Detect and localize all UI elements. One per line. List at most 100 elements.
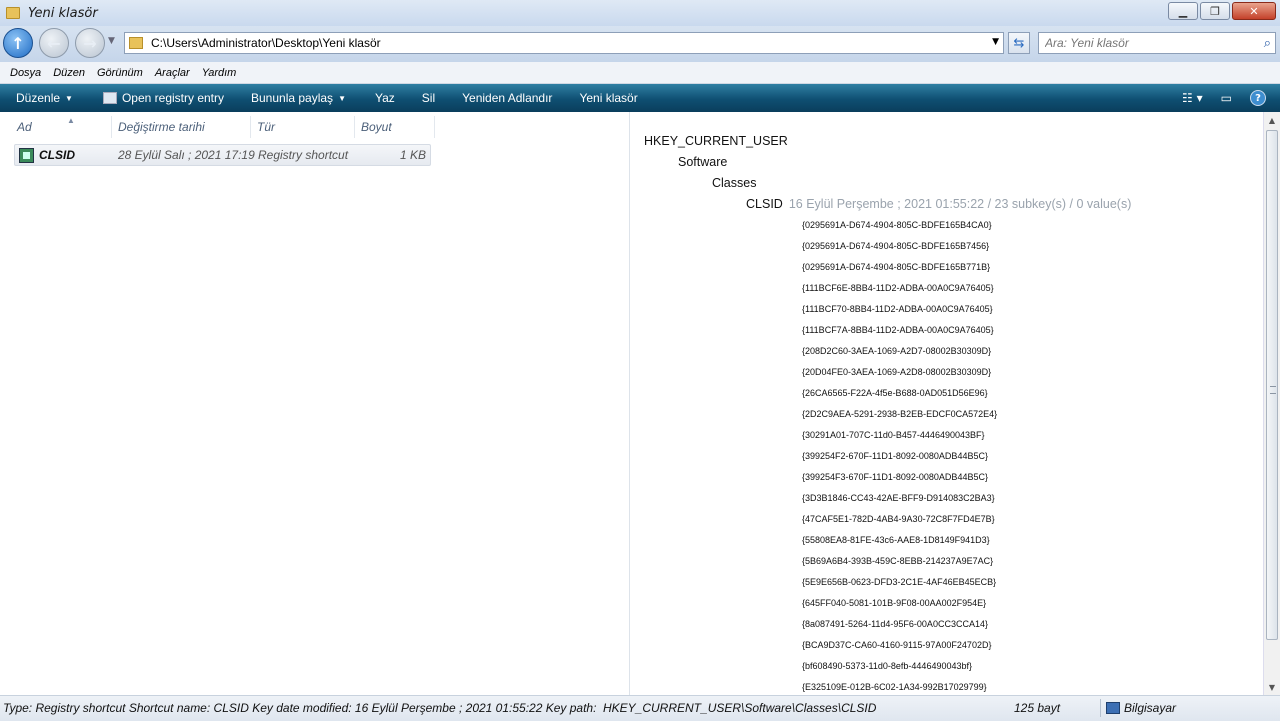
minimize-button[interactable]: ▁ [1168, 2, 1198, 20]
write-button[interactable]: Yaz [375, 91, 395, 105]
subkey-item: {BCA9D37C-CA60-4160-9115-97A00F24702D} [802, 640, 992, 650]
status-bar: Type: Registry shortcut Shortcut name: C… [0, 695, 1280, 721]
column-size-label: Boyut [361, 120, 392, 134]
file-row[interactable]: CLSID 28 Eylül Salı ; 2021 17:19 Registr… [14, 144, 431, 166]
preview-pane: HKEY_CURRENT_USER Software Classes CLSID… [631, 112, 1263, 695]
address-bar[interactable]: C:\Users\Administrator\Desktop\Yeni klas… [124, 32, 1004, 54]
tree-root: HKEY_CURRENT_USER [644, 134, 788, 148]
back-button[interactable]: ← [39, 28, 69, 58]
registry-shortcut-icon [19, 148, 34, 163]
new-folder-button[interactable]: Yeni klasör [579, 91, 637, 105]
column-name-label: Ad [17, 120, 32, 134]
recent-pages-dropdown[interactable]: ▼ [108, 36, 115, 46]
tree-level-software: Software [678, 155, 728, 169]
file-name: CLSID [39, 148, 75, 162]
menu-bar: Dosya Düzen Görünüm Araçlar Yardım [0, 62, 1280, 84]
scroll-down-icon[interactable]: ▼ [1264, 679, 1280, 695]
file-modified: 28 Eylül Salı ; 2021 17:19 [118, 148, 255, 162]
subkey-item: {55808EA8-81FE-43c6-AAE8-1D8149F941D3} [802, 535, 990, 545]
subkey-item: {47CAF5E1-782D-4AB4-9A30-72C8F7FD4E7B} [802, 514, 995, 524]
key-name: CLSID [746, 197, 783, 211]
column-type-label: Tür [257, 120, 275, 134]
scroll-up-icon[interactable]: ▲ [1264, 112, 1280, 128]
column-header-type[interactable]: Tür [251, 116, 355, 138]
subkey-item: {8a087491-5264-11d4-95F6-00A0CC3CCA14} [802, 619, 988, 629]
folder-icon [129, 37, 143, 49]
status-computer: Bilgisayar [1124, 701, 1177, 715]
subkey-item: {5B69A6B4-393B-459C-8EBB-214237A9E7AC} [802, 556, 994, 566]
menu-file[interactable]: Dosya [10, 67, 41, 79]
share-button[interactable]: Bununla paylaş ▼ [251, 91, 346, 105]
subkey-item: {26CA6565-F22A-4f5e-B688-0AD051D56E96} [802, 388, 988, 398]
open-registry-button[interactable]: Open registry entry [102, 91, 224, 105]
grip-icon [1270, 386, 1276, 394]
arrow-up-icon: ↑ [11, 33, 25, 53]
subkey-item: {bf608490-5373-11d0-8efb-4446490043bf} [802, 661, 972, 671]
folder-icon [6, 7, 20, 19]
open-registry-label: Open registry entry [121, 91, 224, 105]
menu-help[interactable]: Yardım [202, 67, 237, 79]
menu-tools[interactable]: Araçlar [155, 67, 190, 79]
subkey-item: {111BCF70-8BB4-11D2-ADBA-00A0C9A76405} [802, 304, 993, 314]
subkey-item: {111BCF7A-8BB4-11D2-ADBA-00A0C9A76405} [802, 325, 994, 335]
subkey-item: {0295691A-D674-4904-805C-BDFE165B4CA0} [802, 220, 992, 230]
subkey-item: {399254F2-670F-11D1-8092-0080ADB44B5C} [802, 451, 988, 461]
status-size: 125 bayt [1014, 701, 1061, 715]
refresh-button[interactable]: ⇆ [1008, 32, 1030, 54]
search-input[interactable] [1045, 36, 1245, 50]
subkey-item: {3D3B1846-CC43-42AE-BFF9-D914083C2BA3} [802, 493, 995, 503]
scroll-thumb[interactable] [1266, 130, 1278, 640]
registry-icon [102, 92, 117, 104]
delete-button[interactable]: Sil [422, 91, 435, 105]
toolbar-right: ☷ ▾ ▭ ? [1182, 84, 1280, 112]
vertical-scrollbar[interactable]: ▲ ▼ [1263, 112, 1280, 695]
menu-view[interactable]: Görünüm [97, 67, 143, 79]
subkey-item: {399254F3-670F-11D1-8092-0080ADB44B5C} [802, 472, 988, 482]
subkey-item: {5E9E656B-0623-DFD3-2C1E-4AF46EB45ECB} [802, 577, 997, 587]
column-modified-label: Değiştirme tarihi [118, 120, 205, 134]
status-info: Type: Registry shortcut Shortcut name: C… [3, 701, 597, 715]
address-path[interactable]: C:\Users\Administrator\Desktop\Yeni klas… [151, 36, 381, 50]
title-bar: Yeni klasör ▁ ❐ ✕ [0, 0, 1280, 26]
chevron-down-icon: ▼ [65, 93, 73, 103]
forward-button[interactable]: → [75, 28, 105, 58]
tree-level-classes: Classes [712, 176, 757, 190]
help-icon[interactable]: ? [1250, 90, 1266, 106]
subkey-item: {0295691A-D674-4904-805C-BDFE165B771B} [802, 262, 991, 272]
preview-pane-icon[interactable]: ▭ [1221, 91, 1232, 105]
magnifier-icon[interactable]: ⌕ [1264, 36, 1271, 51]
window-controls: ▁ ❐ ✕ [1166, 2, 1276, 20]
views-button[interactable]: ☷ ▾ [1182, 91, 1203, 105]
subkey-item: {20D04FE0-3AEA-1069-A2D8-08002B30309D} [802, 367, 992, 377]
address-dropdown-icon[interactable]: ▼ [992, 37, 999, 47]
menu-edit[interactable]: Düzen [53, 67, 85, 79]
organize-label: Düzenle [16, 91, 61, 105]
arrow-right-icon: → [83, 33, 97, 53]
status-divider [1100, 699, 1101, 717]
file-list: Ad ▲ Değiştirme tarihi Tür Boyut CLSID 2… [0, 112, 630, 695]
subkey-item: {645FF040-5081-101B-9F08-00AA002F954E} [802, 598, 987, 608]
organize-button[interactable]: Düzenle ▼ [16, 91, 73, 105]
share-label: Bununla paylaş [251, 91, 334, 105]
subkey-item: {111BCF6E-8BB4-11D2-ADBA-00A0C9A76405} [802, 283, 994, 293]
chevron-down-icon: ▼ [338, 93, 346, 103]
column-header-modified[interactable]: Değiştirme tarihi [112, 116, 251, 138]
maximize-button[interactable]: ❐ [1200, 2, 1230, 20]
sort-ascending-icon: ▲ [67, 116, 75, 125]
column-header-name[interactable]: Ad ▲ [11, 116, 112, 138]
subkey-item: {2D2C9AEA-5291-2938-B2EB-EDCF0CA572E4} [802, 409, 998, 419]
subkey-item: {E325109E-012B-6C02-1A34-992B17029799} [802, 682, 987, 692]
subkey-item: {208D2C60-3AEA-1069-A2D7-08002B30309D} [802, 346, 992, 356]
file-type: Registry shortcut [258, 148, 349, 162]
up-button[interactable]: ↑ [3, 28, 33, 58]
column-header-size[interactable]: Boyut [355, 116, 435, 138]
rename-button[interactable]: Yeniden Adlandır [462, 91, 552, 105]
search-box[interactable]: ⌕ [1038, 32, 1276, 54]
address-row: ↑ ← → ▼ C:\Users\Administrator\Desktop\Y… [0, 26, 1280, 62]
refresh-icon: ⇆ [1013, 35, 1025, 51]
subkey-item: {30291A01-707C-11d0-B457-4446490043BF} [802, 430, 985, 440]
close-button[interactable]: ✕ [1232, 2, 1276, 20]
tree-level-key: CLSID 16 Eylül Perşembe ; 2021 01:55:22 /… [746, 197, 1131, 211]
subkey-item: {0295691A-D674-4904-805C-BDFE165B7456} [802, 241, 990, 251]
command-bar: Düzenle ▼ Open registry entry Bununla pa… [0, 84, 1280, 112]
